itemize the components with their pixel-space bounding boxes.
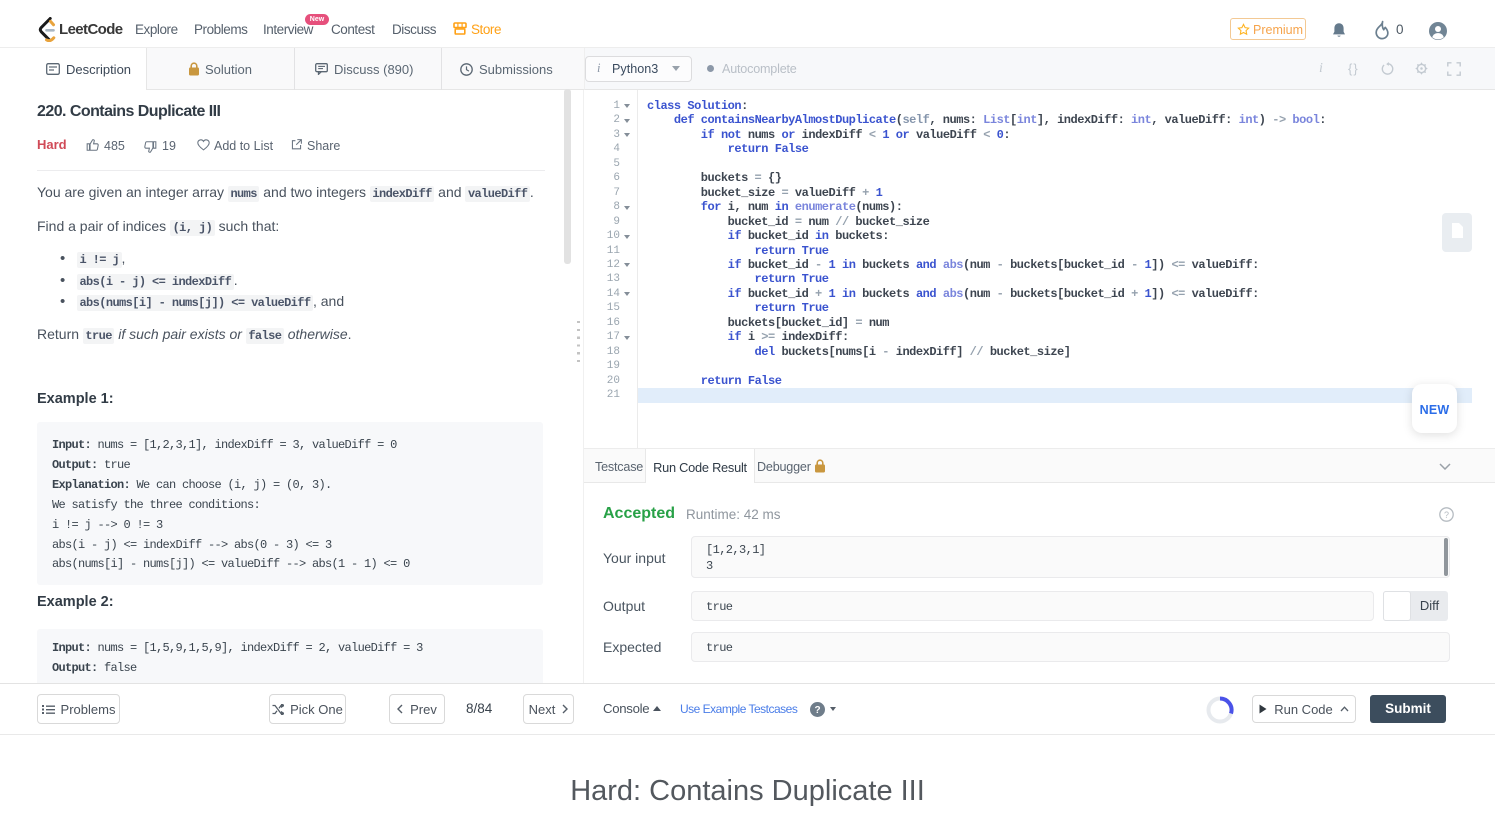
svg-text:?: ? bbox=[1444, 510, 1449, 520]
svg-text:?: ? bbox=[814, 705, 820, 716]
